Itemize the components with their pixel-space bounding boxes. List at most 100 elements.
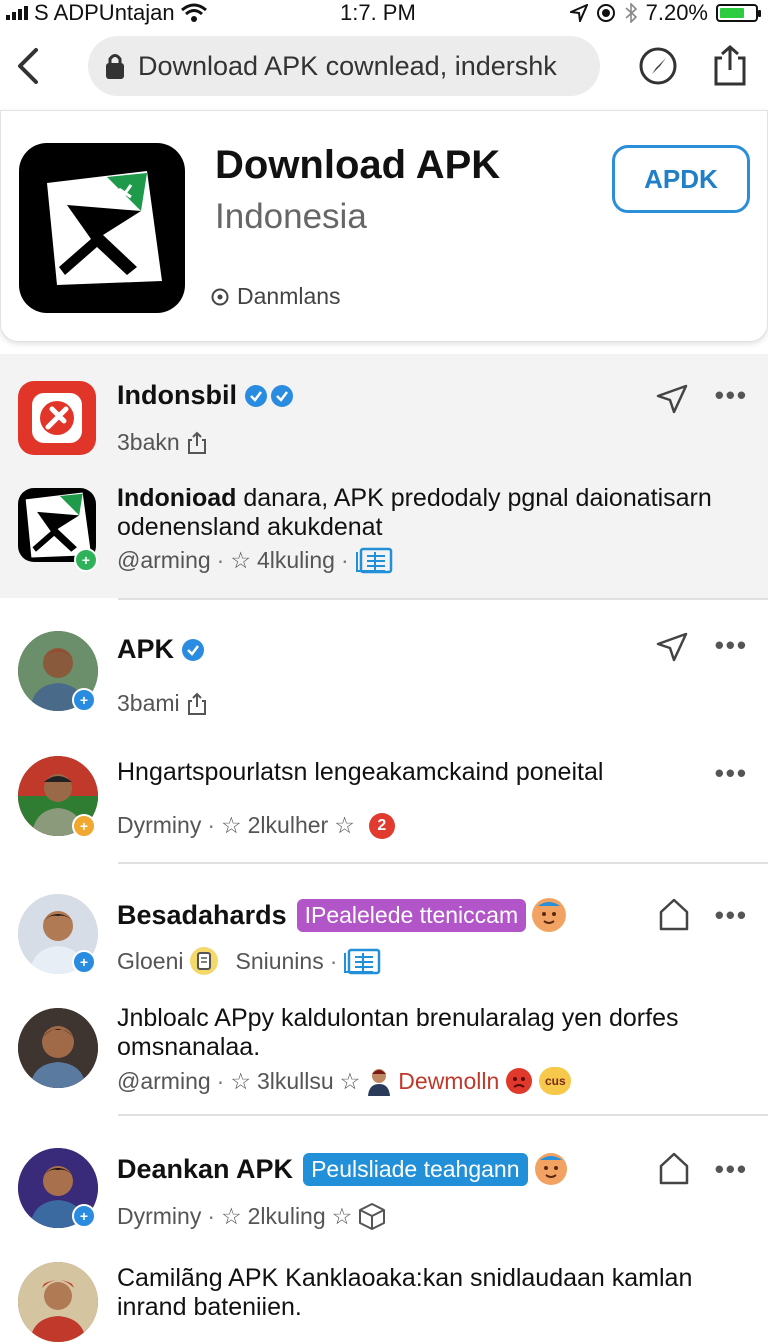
divider xyxy=(118,1114,768,1116)
home-button[interactable] xyxy=(656,896,692,932)
home-button[interactable] xyxy=(656,1150,692,1186)
more-options-button[interactable]: ••• xyxy=(715,758,748,789)
plus-badge-icon: + xyxy=(74,548,98,572)
app-icon xyxy=(19,143,185,313)
signal-icon xyxy=(6,6,28,20)
author-name[interactable]: Deankan APK xyxy=(117,1154,293,1185)
app-title: Download APK xyxy=(215,143,501,187)
star-icon[interactable]: ☆ xyxy=(230,1068,251,1095)
verified-badge-icon: + xyxy=(72,688,96,712)
share-small-icon[interactable] xyxy=(186,692,208,716)
url-bar[interactable]: Download APK cownlead, indershk xyxy=(88,36,600,96)
post-rating: 4lkuling xyxy=(256,546,335,573)
feed-item-apk: + APK 3bami ••• + Hngartspourlatsn lenge… xyxy=(0,598,768,862)
verified-icon xyxy=(244,384,293,407)
back-button[interactable] xyxy=(10,40,46,92)
send-icon xyxy=(656,632,688,662)
more-options-button[interactable]: ••• xyxy=(715,630,748,661)
verified-badge-icon: + xyxy=(72,1204,96,1228)
face-emoji-icon xyxy=(532,898,567,932)
feed-item-besadahards: + Besadahards IPealelede tteniccam Gloen… xyxy=(0,862,768,1114)
separator: · xyxy=(216,546,225,573)
star-plus-icon[interactable]: ☆ xyxy=(340,1068,361,1095)
gallery-icon[interactable] xyxy=(343,947,381,975)
share-button[interactable] xyxy=(708,44,752,88)
author-name[interactable]: Besadahards xyxy=(117,900,287,931)
separator: · xyxy=(329,947,338,974)
status-right: 7.20% xyxy=(569,0,761,26)
more-options-button[interactable]: ••• xyxy=(715,380,748,411)
post-header: APK xyxy=(117,634,206,665)
share-small-icon[interactable] xyxy=(186,431,208,455)
separator: · xyxy=(216,1067,225,1094)
person-avatar-icon xyxy=(18,1262,98,1342)
avatar[interactable] xyxy=(18,381,96,455)
focus-icon xyxy=(596,4,615,22)
send-button[interactable] xyxy=(654,380,690,416)
post-sub-b: Sniunins xyxy=(235,947,324,974)
separator: · xyxy=(207,1202,216,1229)
apk-logo-icon xyxy=(47,171,162,285)
verified-badge-icon: + xyxy=(72,950,96,974)
post-time: 3bakn xyxy=(117,429,180,455)
carrier-label: S ADPUntajan xyxy=(34,0,175,25)
post-text: Indonioad danara, APK predodaly pgnal da… xyxy=(117,484,747,542)
separator: · xyxy=(207,812,216,838)
app-red-icon xyxy=(32,393,82,443)
post-handle[interactable]: Dyrminy xyxy=(117,1203,201,1230)
separator: · xyxy=(340,546,349,573)
author-name[interactable]: Indonsbil xyxy=(117,380,237,411)
post-rating: 2lkuling xyxy=(247,1202,326,1229)
tag-pill[interactable]: Peulsliade teahgann xyxy=(303,1152,528,1186)
battery-icon xyxy=(716,4,761,22)
home-icon xyxy=(659,1152,689,1185)
verified-icon xyxy=(182,638,205,661)
info-icon xyxy=(211,288,229,305)
star-icon[interactable]: ☆ xyxy=(221,1203,242,1230)
browser-bar: Download APK cownlead, indershk xyxy=(0,30,768,106)
battery-fill xyxy=(720,8,745,18)
author-name[interactable]: APK xyxy=(117,634,174,665)
send-button[interactable] xyxy=(654,628,690,664)
star-plus-icon[interactable]: ☆ xyxy=(334,812,355,839)
star-plus-icon[interactable]: ☆ xyxy=(332,1203,353,1230)
notification-count[interactable]: 2 xyxy=(368,812,395,839)
apk-button[interactable]: APDK xyxy=(612,145,750,213)
post-text: Jnbloalc APpy kaldulontan brenularalag y… xyxy=(117,1004,679,1061)
lock-icon xyxy=(106,54,124,79)
battery-percent: 7.20% xyxy=(645,0,708,25)
post-meta: Dyrminy · ☆ 2lkuling ☆ xyxy=(117,1202,386,1230)
emoji-label: cus xyxy=(539,1067,572,1095)
post-header: Besadahards IPealelede tteniccam xyxy=(117,898,567,932)
post-meta: Dyrminy · ☆ 2lkulher ☆ 2 xyxy=(117,812,395,839)
app-meta: Danmlans xyxy=(211,283,341,310)
status-bar: S ADPUntajan 1:7. PM 7.20% xyxy=(0,0,768,26)
post-handle[interactable]: Dyrminy xyxy=(117,812,201,839)
red-username[interactable]: Dewmolln xyxy=(398,1068,499,1095)
device-icon xyxy=(190,947,219,975)
more-options-button[interactable]: ••• xyxy=(715,900,748,931)
compass-button[interactable] xyxy=(636,44,680,88)
avatar[interactable] xyxy=(18,1262,98,1342)
star-icon[interactable]: ☆ xyxy=(221,812,242,839)
post-meta: @arming · ☆ 3lkullsu ☆ Dewmolln cus xyxy=(117,1066,572,1096)
avatar[interactable] xyxy=(18,1008,98,1088)
tag-pill[interactable]: IPealelede tteniccam xyxy=(296,898,527,932)
gallery-icon[interactable] xyxy=(355,546,393,574)
post-sub: 3bami xyxy=(117,690,208,717)
feed-section-featured: Indonsbil 3bakn ••• + Indonioad danara, … xyxy=(0,354,768,598)
share-icon xyxy=(714,45,746,86)
box-icon[interactable] xyxy=(358,1202,386,1230)
post-time: 3bami xyxy=(117,690,180,716)
status-time: 1:7. PM xyxy=(340,0,416,25)
divider xyxy=(118,862,768,864)
star-icon[interactable]: ☆ xyxy=(230,547,251,574)
post-rating: 2lkulher xyxy=(247,812,329,838)
post-text: Camilãng APK Kanklaoaka:kan snidlaudaan … xyxy=(117,1264,693,1321)
back-icon xyxy=(18,48,38,84)
more-options-button[interactable]: ••• xyxy=(715,1154,748,1185)
divider xyxy=(118,598,768,600)
post-handle[interactable]: @arming xyxy=(117,1068,211,1095)
post-handle[interactable]: @arming xyxy=(117,547,211,574)
post-meta: @arming · ☆ 4lkuling · xyxy=(117,546,393,574)
